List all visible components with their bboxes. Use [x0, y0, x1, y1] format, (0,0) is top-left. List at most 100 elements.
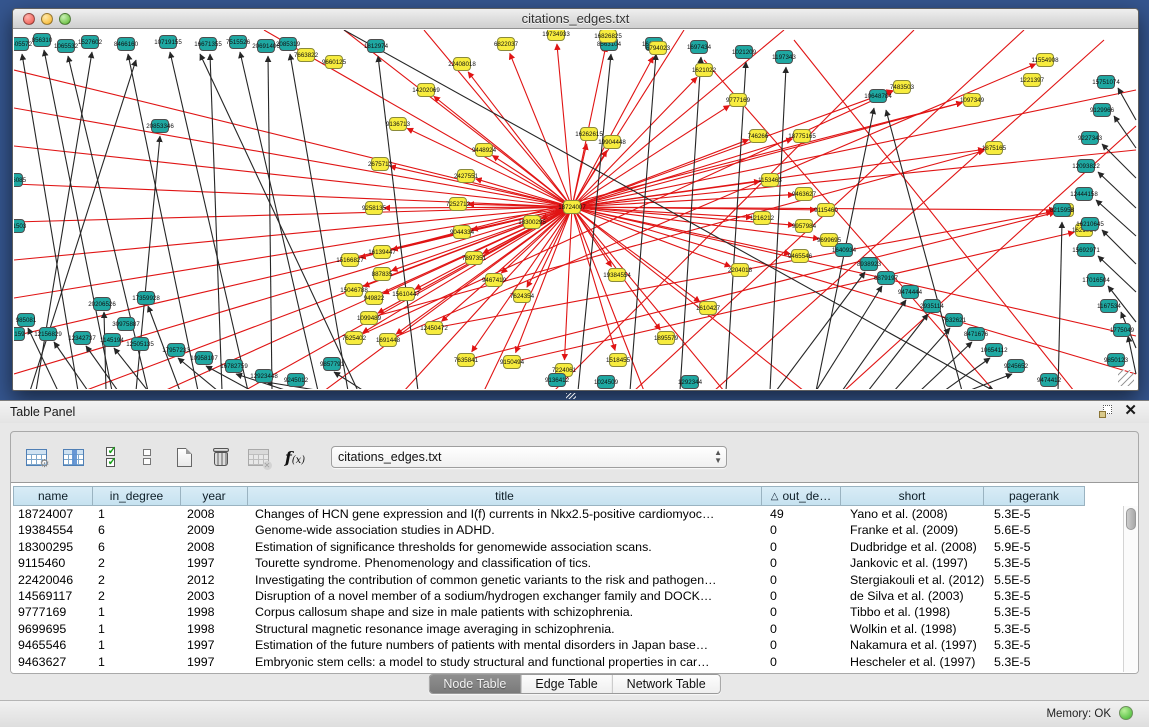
graph-node[interactable]: 19384554 — [603, 269, 631, 282]
table-row[interactable]: 1938455462009Genome-wide association stu… — [13, 522, 1122, 538]
vertical-scrollbar[interactable] — [1123, 506, 1138, 672]
graph-node[interactable]: 10958107 — [190, 352, 218, 365]
function-builder-button[interactable]: f(x) — [280, 442, 310, 472]
graph-node[interactable]: 9136713 — [386, 118, 411, 131]
graph-node[interactable]: 9957984 — [792, 220, 817, 233]
graph-node[interactable]: 9474444 — [898, 286, 923, 299]
graph-node[interactable]: 15610447 — [392, 288, 420, 301]
graph-node[interactable]: 7252712 — [446, 198, 471, 211]
graph-node[interactable]: 9660125 — [322, 56, 347, 69]
table-row[interactable]: 1456911722003Disruption of a novel membe… — [13, 588, 1122, 604]
graph-node[interactable]: 6794023 — [646, 42, 671, 55]
graph-node[interactable]: 9857791 — [320, 358, 345, 371]
tab-node-table[interactable]: Node Table — [429, 675, 520, 693]
graph-node[interactable]: 8938923 — [857, 258, 882, 271]
graph-node[interactable]: 1216212 — [750, 212, 775, 225]
graph-node[interactable]: 16139447 — [368, 246, 396, 259]
graph-node[interactable]: 8466160 — [114, 38, 139, 51]
select-columns-button[interactable] — [58, 442, 88, 472]
table-row[interactable]: 2242004622012Investigating the contribut… — [13, 572, 1122, 588]
graph-node[interactable]: 1099489 — [357, 312, 382, 325]
graph-node[interactable]: 9463627 — [792, 188, 817, 201]
graph-node[interactable]: 2405572 — [14, 38, 33, 51]
graph-node[interactable]: 12450472 — [420, 322, 448, 335]
graph-node[interactable]: 9150494 — [500, 356, 525, 369]
graph-node[interactable]: 1697434 — [687, 41, 712, 54]
graph-node[interactable]: 14202069 — [412, 84, 440, 97]
graph-node[interactable]: 9227343 — [1078, 132, 1103, 145]
table-row[interactable]: 946362711997Embryonic stem cells: a mode… — [13, 654, 1122, 670]
graph-node[interactable]: 1895579 — [654, 332, 679, 345]
graph-node[interactable]: 15751074 — [1092, 76, 1120, 89]
graph-node[interactable]: 7635841 — [454, 354, 479, 367]
graph-node[interactable]: 9245012 — [284, 374, 309, 387]
graph-node[interactable]: 16671355 — [194, 38, 222, 51]
graph-node[interactable]: 985081 — [16, 314, 37, 327]
table-row[interactable]: 911546021997Tourette syndrome. Phenomeno… — [13, 555, 1122, 571]
delete-column-button[interactable] — [243, 442, 273, 472]
table-row[interactable]: 1830029562008Estimation of significance … — [13, 539, 1122, 555]
graph-node[interactable]: 12342737 — [68, 332, 96, 345]
zoom-window-button[interactable] — [59, 13, 71, 25]
table-row[interactable]: 977716911998Corpus callosum shape and si… — [13, 604, 1122, 620]
graph-node[interactable]: 17359928 — [132, 292, 160, 305]
graph-node[interactable]: 10654112 — [980, 344, 1008, 357]
graph-node[interactable]: 20853346 — [146, 120, 174, 133]
graph-node[interactable]: 9245652 — [1004, 360, 1029, 373]
graph-node[interactable]: 10648784 — [864, 90, 892, 103]
graph-node[interactable]: 16782759 — [220, 360, 248, 373]
table-row[interactable]: 946554611997Estimation of the future num… — [13, 637, 1122, 653]
graph-node[interactable]: 746266 — [748, 130, 769, 143]
graph-node[interactable]: 2427551 — [454, 170, 479, 183]
graph-node[interactable]: 1167534 — [1097, 300, 1121, 313]
graph-node[interactable]: 1097349 — [960, 94, 985, 107]
graph-node[interactable]: 9465546 — [788, 250, 813, 263]
column-header[interactable]: pagerank — [983, 486, 1085, 506]
graph-node[interactable]: 1691448 — [376, 334, 401, 347]
graph-node[interactable]: 30975887 — [112, 318, 140, 331]
panel-splitter-grip[interactable] — [566, 393, 576, 399]
graph-node[interactable]: 1812974 — [364, 40, 389, 53]
graph-node[interactable]: 1640934 — [832, 244, 857, 257]
graph-node[interactable]: 949822 — [364, 292, 385, 305]
graph-node[interactable]: 12156829 — [34, 328, 62, 341]
clear-selection-button[interactable] — [132, 442, 162, 472]
graph-node[interactable]: 7483503 — [890, 81, 915, 94]
table-row[interactable]: 969969511998Structural magnetic resonanc… — [13, 621, 1122, 637]
scrollbar-thumb[interactable] — [1126, 508, 1136, 530]
graph-node[interactable]: 22408018 — [448, 58, 476, 71]
column-header[interactable]: in_degree — [92, 486, 181, 506]
graph-node[interactable]: 12444158 — [1070, 188, 1098, 201]
graph-node[interactable]: 1518455 — [606, 354, 631, 367]
close-icon[interactable]: ✕ — [1124, 404, 1137, 418]
new-table-button[interactable] — [169, 442, 199, 472]
window-titlebar[interactable]: citations_edges.txt — [13, 9, 1138, 29]
float-window-icon[interactable] — [1099, 405, 1112, 418]
graph-node[interactable]: 15692971 — [1072, 244, 1100, 257]
minimize-window-button[interactable] — [41, 13, 53, 25]
graph-node[interactable]: 2675713 — [368, 158, 393, 171]
graph-node[interactable]: 33159 — [14, 328, 25, 341]
graph-node[interactable]: 9467419 — [482, 274, 507, 287]
window-resize-grip[interactable] — [1118, 370, 1134, 386]
graph-node[interactable]: 1875165 — [982, 142, 1007, 155]
graph-node[interactable]: 6822037 — [494, 38, 519, 51]
graph-node[interactable]: 7632621 — [942, 314, 967, 327]
delete-table-button[interactable] — [206, 442, 236, 472]
tab-network-table[interactable]: Network Table — [612, 675, 720, 693]
graph-node[interactable]: 1153463 — [758, 174, 782, 187]
tab-edge-table[interactable]: Edge Table — [520, 675, 611, 693]
close-window-button[interactable] — [23, 13, 35, 25]
column-header[interactable]: year — [180, 486, 248, 506]
graph-node[interactable]: 1292344 — [678, 376, 703, 389]
graph-node[interactable]: 856310 — [32, 34, 53, 47]
column-header[interactable]: name — [13, 486, 93, 506]
table-row[interactable]: 1872400712008Changes of HCN gene express… — [13, 506, 1122, 522]
column-header[interactable]: title — [247, 486, 762, 506]
graph-node[interactable]: 1065532 — [54, 40, 79, 53]
column-header[interactable]: △out_de… — [761, 486, 841, 506]
graph-node[interactable]: 9777169 — [726, 94, 751, 107]
graph-node[interactable]: 20206526 — [88, 298, 116, 311]
graph-node[interactable]: 9115460 — [814, 204, 838, 217]
graph-node[interactable]: 2935114 — [920, 300, 944, 313]
